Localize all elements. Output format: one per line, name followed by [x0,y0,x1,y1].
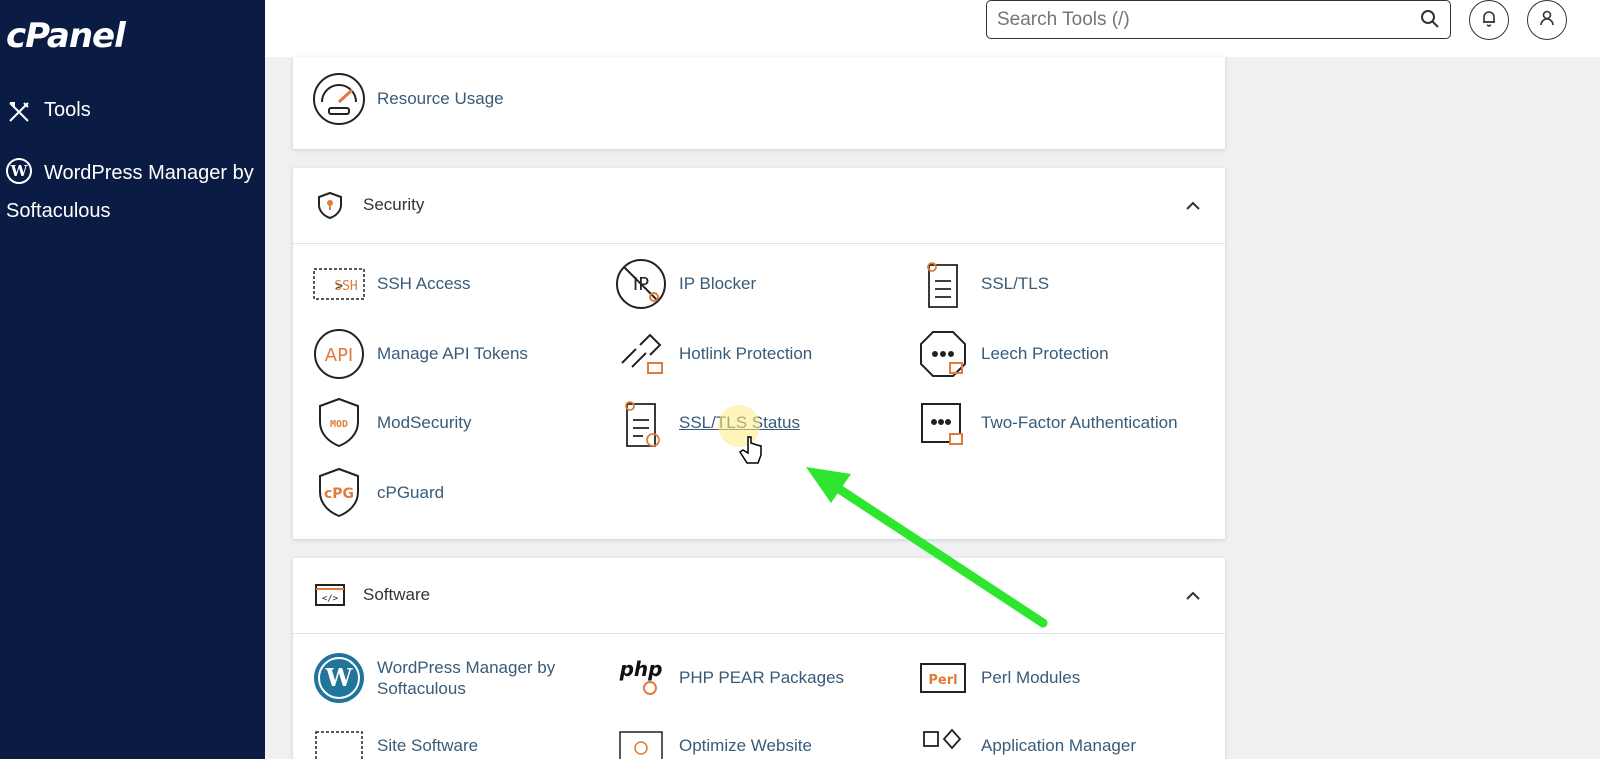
software-card-header[interactable]: </> Software [293,558,1225,634]
cpguard-shield-icon: cPG [311,465,367,521]
svg-text:SSH: SSH [334,279,357,294]
app-manager-icon [915,718,971,759]
sidebar: cPanel Tools W WordPress Manager by Softa… [0,0,265,759]
tool-label[interactable]: IP Blocker [679,274,756,294]
tool-label[interactable]: WordPress Manager by Softaculous [377,657,577,699]
section-title: Security [363,195,425,214]
svg-text:</>: </> [322,594,339,604]
sidebar-item-label: Tools [44,99,91,121]
chevron-up-icon[interactable] [1181,584,1205,608]
certificate-status-icon [613,395,669,451]
chevron-up-icon[interactable] [1181,194,1205,218]
tool-leech-protection[interactable]: Leech Protection [915,326,1109,382]
user-menu-button[interactable] [1527,0,1567,40]
security-card: Security > SSH SSH Access IP IP Blocker S… [293,168,1225,539]
sidebar-wp-text: WordPress Manager by Softaculous [6,162,254,222]
wordpress-icon: W [311,650,367,706]
tool-ssl-tls-status[interactable]: SSL/TLS Status [613,395,800,451]
tool-application-manager[interactable]: Application Manager [915,718,1136,759]
svg-text:API: API [325,345,353,366]
octagon-lock-icon [915,326,971,382]
tool-modsecurity[interactable]: MOD ModSecurity [311,395,471,451]
notifications-button[interactable] [1469,0,1509,40]
sidebar-item-wordpress-manager[interactable]: W WordPress Manager by Softaculous [6,154,256,230]
cursor-highlight [718,405,760,447]
tool-site-software[interactable]: Site Software [311,718,478,759]
tool-label[interactable]: cPGuard [377,483,444,503]
api-icon: API [311,326,367,382]
code-window-icon: </> [313,578,347,612]
tool-label[interactable]: ModSecurity [377,413,471,433]
user-icon [1538,9,1556,32]
perl-icon: Perl [915,650,971,706]
section-title: Software [363,585,431,604]
svg-text:Perl: Perl [928,673,957,688]
tool-ip-blocker[interactable]: IP IP Blocker [613,256,756,312]
svg-text:W: W [325,663,354,692]
tool-label[interactable]: Site Software [377,736,478,756]
tool-perl-modules[interactable]: Perl Perl Modules [915,650,1080,706]
tool-label[interactable]: Optimize Website [679,736,812,756]
security-card-header[interactable]: Security [293,168,1225,244]
tool-hotlink-protection[interactable]: Hotlink Protection [613,326,812,382]
bell-icon [1480,9,1498,32]
search-icon[interactable] [1420,9,1440,34]
svg-text:cPG: cPG [324,486,354,502]
software-card: </> Software W WordPress Manager by Soft… [293,558,1225,759]
tool-label[interactable]: Resource Usage [377,89,504,109]
certificate-icon [915,256,971,312]
tool-optimize-website[interactable]: Optimize Website [613,718,812,759]
two-factor-lock-icon [915,395,971,451]
tool-two-factor-authentication[interactable]: Two-Factor Authentication [915,395,1178,451]
shield-icon [313,188,347,222]
tool-label[interactable]: Perl Modules [981,668,1080,688]
svg-text:MOD: MOD [330,419,348,430]
cpanel-logo[interactable]: cPanel [6,16,126,56]
mod-shield-icon: MOD [311,395,367,451]
metrics-card: Resource Usage [293,57,1225,149]
tools-icon [6,99,32,125]
tool-label[interactable]: Leech Protection [981,344,1109,364]
tool-wordpress-manager[interactable]: W WordPress Manager by Softaculous [311,650,577,706]
tool-label[interactable]: Manage API Tokens [377,344,528,364]
tool-ssh-access[interactable]: > SSH SSH Access [311,256,471,312]
ip-blocker-icon: IP [613,256,669,312]
ssh-terminal-icon: > SSH [311,256,367,312]
gauge-icon [311,71,367,127]
tool-php-pear-packages[interactable]: php PHP PEAR Packages [613,650,844,706]
tool-label[interactable]: SSH Access [377,274,471,294]
optimize-icon [613,718,669,759]
tool-label[interactable]: PHP PEAR Packages [679,668,844,688]
sidebar-item-tools[interactable]: Tools [6,99,91,125]
search-input[interactable] [997,9,1397,31]
wordpress-icon: W [6,158,32,184]
tool-ssl-tls[interactable]: SSL/TLS [915,256,1049,312]
tool-cpguard[interactable]: cPG cPGuard [311,465,444,521]
main-content: Resource Usage Security > SSH SSH Access … [265,57,1600,759]
tool-label[interactable]: Hotlink Protection [679,344,812,364]
tool-label[interactable]: Two-Factor Authentication [981,413,1178,433]
tool-resource-usage[interactable]: Resource Usage [311,71,504,127]
tool-label[interactable]: SSL/TLS [981,274,1049,294]
svg-text:W: W [10,162,29,180]
tool-label[interactable]: Application Manager [981,736,1136,756]
search-box[interactable] [986,0,1451,39]
tool-manage-api-tokens[interactable]: API Manage API Tokens [311,326,528,382]
svg-text:php: php [619,657,663,681]
chain-lock-icon [613,326,669,382]
svg-text:IP: IP [633,274,649,295]
sidebar-item-label: W WordPress Manager by Softaculous [6,154,256,230]
php-icon: php [613,650,669,706]
site-software-icon [311,718,367,759]
